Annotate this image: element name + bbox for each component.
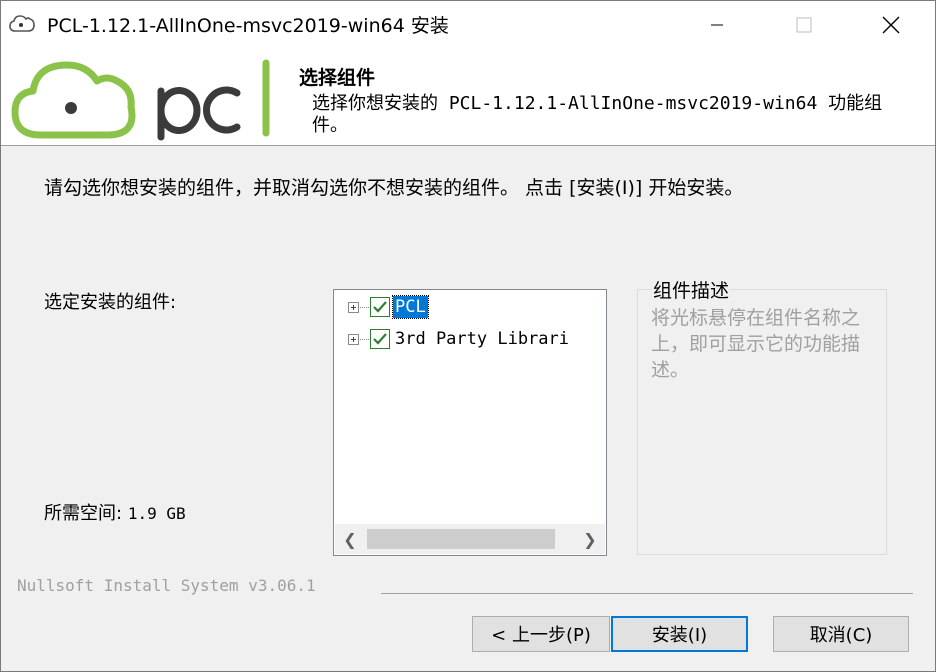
check-icon [373, 301, 387, 313]
tree-item-label[interactable]: PCL [392, 295, 429, 319]
window-title: PCL-1.12.1-AllInOne-msvc2019-win64 安装 [47, 15, 449, 37]
required-space-value: 1.9 GB [127, 504, 186, 523]
required-space: 所需空间: 1.9 GB [44, 499, 186, 525]
back-button[interactable]: < 上一步(P) [472, 616, 610, 652]
required-space-label: 所需空间: [44, 503, 123, 524]
check-icon [373, 333, 387, 345]
pcl-checkbox[interactable] [370, 297, 390, 317]
page-title: 选择组件 [299, 67, 376, 89]
tree-connector [360, 338, 369, 340]
maximize-icon [796, 17, 812, 33]
horizontal-scrollbar[interactable]: ❮ ❯ [335, 524, 605, 554]
tree-item-3rd-party[interactable]: 3rd Party Librari [348, 327, 571, 351]
components-tree[interactable]: PCL 3rd Party Librari ❮ ❯ [333, 289, 607, 556]
close-icon [882, 16, 900, 34]
page-subtitle: 选择你想安装的 PCL-1.12.1-AllInOne-msvc2019-win… [312, 93, 883, 136]
title-bar: PCL-1.12.1-AllInOne-msvc2019-win64 安装 [1, 1, 935, 49]
scroll-right-icon[interactable]: ❯ [575, 524, 605, 554]
pcl-logo [11, 59, 270, 141]
minimize-icon [711, 24, 723, 26]
installer-icon [9, 15, 35, 32]
description-text: 将光标悬停在组件名称之上，即可显示它的功能描述。 [651, 307, 861, 381]
minimize-button[interactable] [687, 1, 747, 49]
components-label: 选定安装的组件: [44, 292, 177, 313]
scroll-thumb[interactable] [367, 529, 555, 549]
maximize-button[interactable] [774, 1, 834, 49]
3rd-party-checkbox[interactable] [370, 329, 390, 349]
tree-connector [360, 306, 369, 308]
close-button[interactable] [861, 1, 921, 49]
cancel-button[interactable]: 取消(C) [773, 616, 909, 652]
tree-item-label[interactable]: 3rd Party Librari [393, 328, 571, 350]
scroll-left-icon[interactable]: ❮ [335, 524, 365, 554]
installer-window: PCL-1.12.1-AllInOne-msvc2019-win64 安装 选择… [0, 0, 936, 672]
expand-icon[interactable] [348, 333, 359, 345]
install-button[interactable]: 安装(I) [611, 616, 748, 652]
tree-item-pcl[interactable]: PCL [348, 295, 429, 319]
instructions-text: 请勾选你想安装的组件，并取消勾选你不想安装的组件。 点击 [安装(I)] 开始安… [44, 177, 744, 199]
footer-divider [381, 593, 913, 594]
expand-icon[interactable] [348, 301, 359, 313]
nsis-brand: Nullsoft Install System v3.06.1 [17, 576, 316, 595]
page-header: 选择组件 选择你想安装的 PCL-1.12.1-AllInOne-msvc201… [1, 49, 935, 146]
description-title: 组件描述 [652, 276, 731, 303]
